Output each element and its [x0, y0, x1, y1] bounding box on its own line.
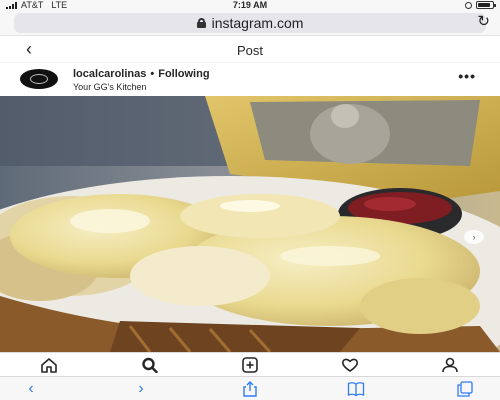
- separator-dot: •: [150, 68, 155, 80]
- avatar[interactable]: [20, 69, 58, 89]
- url-text: instagram.com: [211, 15, 304, 31]
- activity-heart-icon[interactable]: [338, 356, 362, 374]
- url-field[interactable]: instagram.com: [14, 13, 486, 33]
- forward-arrow-icon[interactable]: ›: [128, 380, 154, 398]
- post-header: ‹ Post: [0, 37, 500, 63]
- post-photo[interactable]: ›: [0, 96, 500, 352]
- reload-icon[interactable]: ↻: [477, 12, 490, 30]
- food-photo-image: [0, 96, 500, 352]
- new-post-icon[interactable]: [238, 356, 262, 374]
- more-options-icon[interactable]: •••: [458, 68, 476, 84]
- post-location[interactable]: Your GG's Kitchen: [73, 82, 146, 92]
- home-icon[interactable]: [37, 356, 61, 374]
- status-bar: AT&T LTE 7:19 AM: [0, 0, 500, 10]
- bookmarks-icon[interactable]: [343, 380, 369, 398]
- status-time: 7:19 AM: [232, 0, 268, 10]
- safari-toolbar: ‹ ›: [0, 376, 500, 400]
- author-username[interactable]: localcarolinas: [73, 68, 146, 80]
- alarm-icon: [465, 1, 472, 9]
- instagram-bottom-nav: [0, 352, 500, 376]
- tabs-icon[interactable]: [452, 380, 478, 398]
- follow-status[interactable]: Following: [158, 68, 209, 80]
- browser-address-bar: instagram.com ↻: [0, 10, 500, 36]
- lock-icon: [196, 18, 206, 28]
- search-icon[interactable]: [138, 356, 162, 374]
- back-arrow-icon[interactable]: ‹: [18, 380, 44, 398]
- status-indicators: [465, 1, 496, 9]
- battery-icon: [476, 1, 496, 9]
- page-title: Post: [236, 43, 263, 58]
- chevron-right-icon[interactable]: ›: [464, 230, 484, 244]
- share-icon[interactable]: [237, 380, 263, 398]
- battery-level: [478, 3, 490, 7]
- post-author-row: localcarolinas • Following Your GG's Kitch…: [0, 64, 500, 96]
- profile-icon[interactable]: [438, 356, 462, 374]
- author-line: localcarolinas • Following: [73, 68, 210, 80]
